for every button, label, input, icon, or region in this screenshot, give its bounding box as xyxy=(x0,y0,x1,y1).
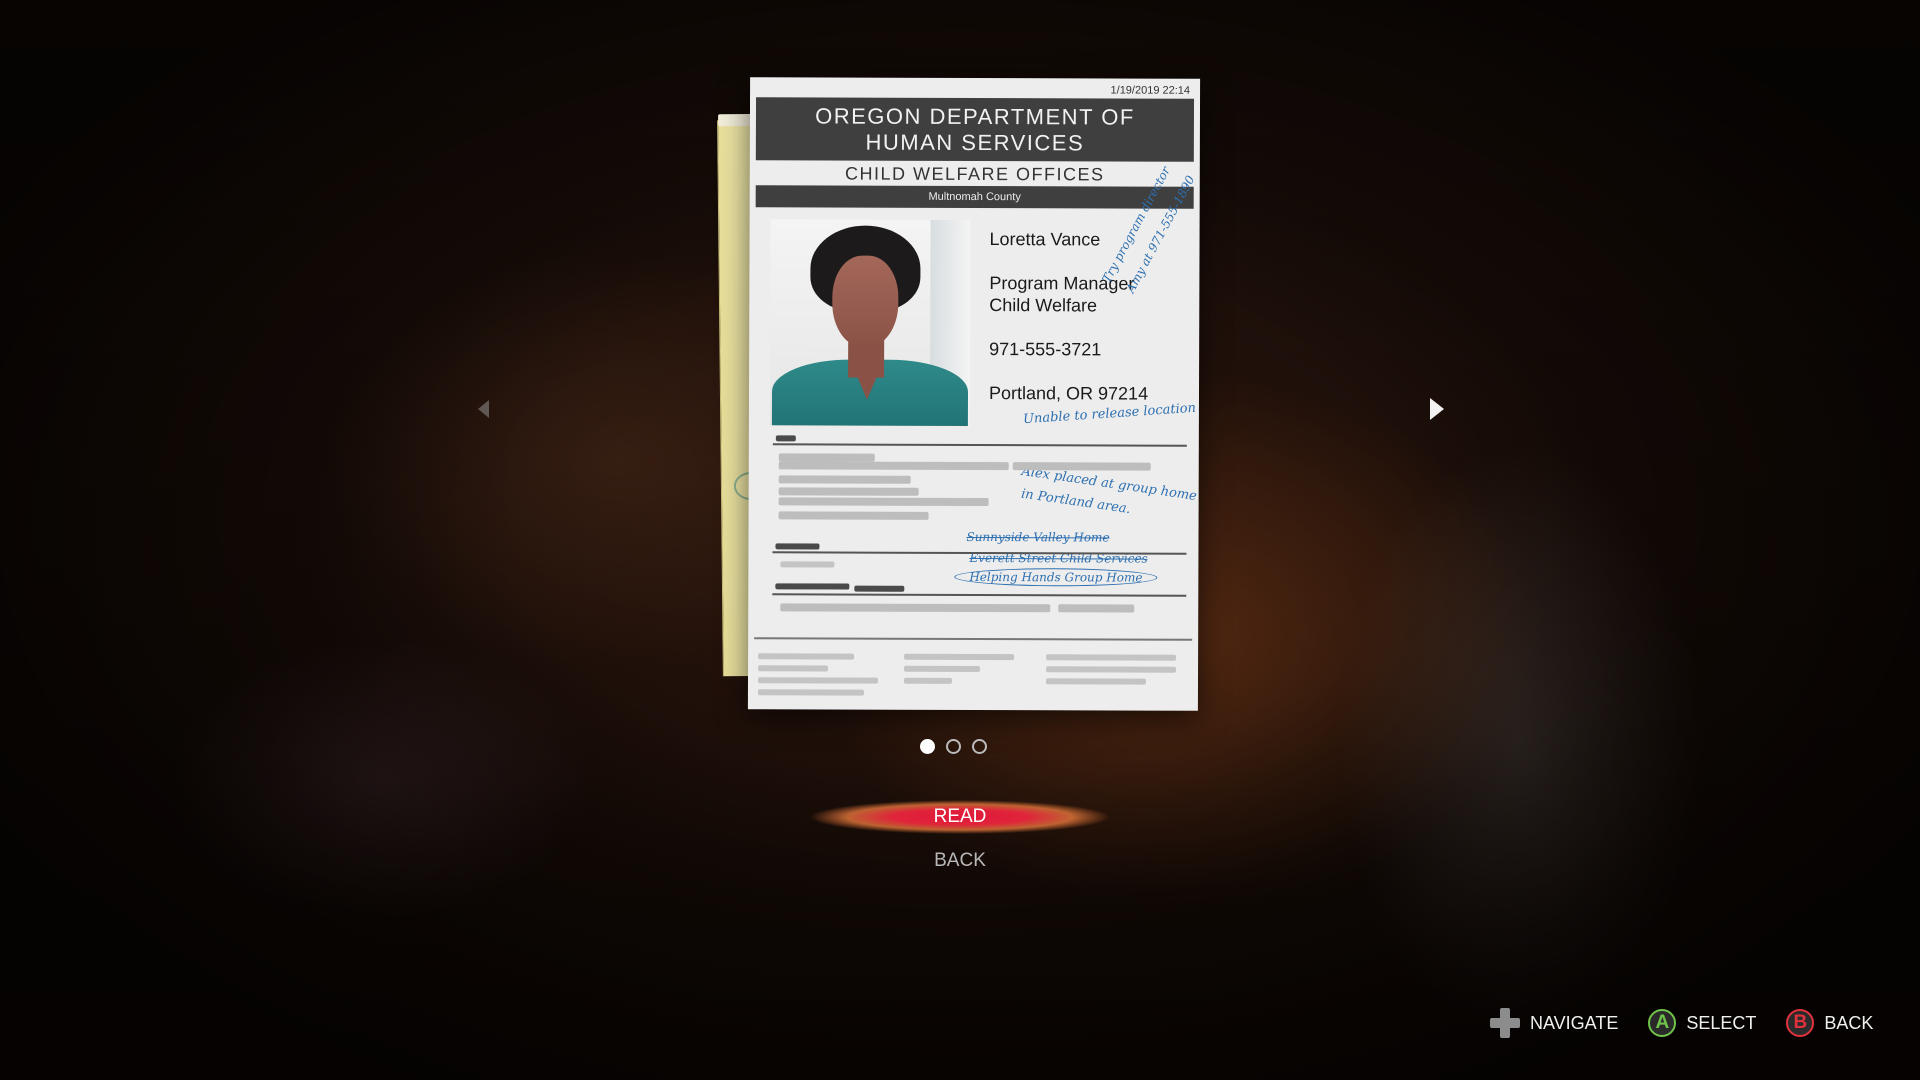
contact-city: Portland, OR 97214 xyxy=(988,383,1149,404)
contact-title-line2: Child Welfare xyxy=(989,295,1098,316)
back-option[interactable]: BACK xyxy=(860,850,1060,872)
divider-line xyxy=(772,443,1187,447)
navigate-prompt: NAVIGATE xyxy=(1490,1008,1618,1038)
footer-bar xyxy=(758,665,829,672)
divider-line xyxy=(772,593,1187,597)
a-button-icon: A xyxy=(1648,1009,1677,1037)
footer-bar xyxy=(904,665,981,673)
dpad-vertical xyxy=(1500,1008,1510,1038)
redacted-bar xyxy=(778,511,929,520)
photo-face xyxy=(832,255,899,348)
page-indicator xyxy=(920,739,987,754)
next-arrow-icon[interactable] xyxy=(1430,398,1444,420)
redacted-bar xyxy=(1058,604,1135,613)
crossed-out-facility-1: Sunnyside Valley Home xyxy=(966,529,1110,545)
footer-bar xyxy=(757,689,864,696)
redacted-bar xyxy=(854,585,905,592)
read-label: READ xyxy=(933,806,987,827)
footer-bar xyxy=(757,677,879,684)
redacted-bar xyxy=(778,475,911,484)
footer-bar xyxy=(1045,678,1147,685)
location-note: Unable to release location xyxy=(1022,400,1197,428)
document-header-line2: HUMAN SERVICES xyxy=(865,129,1085,156)
dpad-icon xyxy=(1490,1008,1520,1038)
footer-bar xyxy=(903,677,953,684)
back-prompt[interactable]: B BACK xyxy=(1786,1009,1873,1037)
b-button-icon: B xyxy=(1786,1009,1815,1037)
redacted-bar xyxy=(775,583,850,590)
footer-bar xyxy=(758,653,855,660)
contact-phone: 971-555-3721 xyxy=(989,339,1102,360)
read-option[interactable]: READ xyxy=(810,798,1110,836)
redacted-bar xyxy=(778,487,919,496)
redacted-bar xyxy=(780,603,1051,613)
select-prompt[interactable]: A SELECT xyxy=(1648,1009,1756,1037)
page-dot-1[interactable] xyxy=(920,739,935,754)
navigate-label: NAVIGATE xyxy=(1530,1012,1619,1033)
page-dot-3[interactable] xyxy=(972,739,987,754)
button-prompts: NAVIGATE A SELECT B BACK xyxy=(1490,1008,1873,1038)
redacted-bar xyxy=(1012,462,1151,471)
redacted-bar xyxy=(778,497,989,507)
footer-bar xyxy=(1046,654,1177,661)
back-prompt-label: BACK xyxy=(1824,1012,1874,1033)
footer-bar xyxy=(904,653,1015,661)
document-header: OREGON DEPARTMENT OF HUMAN SERVICES xyxy=(755,97,1195,162)
contact-photo xyxy=(769,219,971,426)
collectible-document: 1/19/2019 22:14 OREGON DEPARTMENT OF HUM… xyxy=(747,77,1201,711)
page-dot-2[interactable] xyxy=(946,739,961,754)
document-office: CHILD WELFARE OFFICES xyxy=(844,163,1105,185)
redacted-bar xyxy=(775,435,796,442)
document-header-line1: OREGON DEPARTMENT OF xyxy=(815,103,1135,130)
redacted-bar xyxy=(775,543,820,550)
select-label: SELECT xyxy=(1686,1012,1757,1033)
redacted-bar xyxy=(778,461,1009,471)
legal-pad-binding xyxy=(718,113,753,127)
footer-bar xyxy=(1046,666,1177,673)
document-timestamp: 1/19/2019 22:14 xyxy=(1110,84,1191,97)
previous-arrow-icon[interactable] xyxy=(478,400,489,418)
footer-divider xyxy=(754,637,1193,641)
circled-facility: Helping Hands Group Home xyxy=(954,567,1158,587)
document-county: Multnomah County xyxy=(755,185,1194,209)
redacted-bar xyxy=(780,561,835,568)
